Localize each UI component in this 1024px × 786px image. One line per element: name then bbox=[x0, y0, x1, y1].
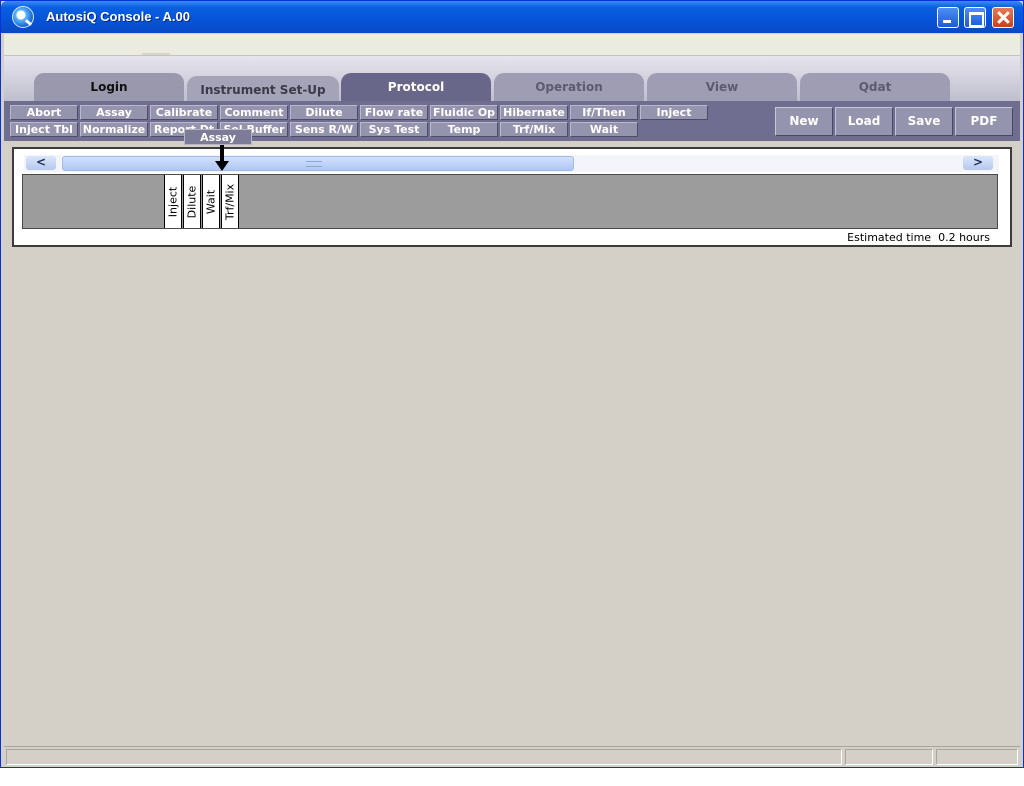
step-label: Dilute bbox=[185, 185, 199, 218]
timeline-scrollbar[interactable]: < > bbox=[24, 155, 999, 172]
abort-button[interactable]: Abort bbox=[10, 105, 78, 120]
normalize-button[interactable]: Normalize bbox=[80, 122, 148, 137]
hibernate-button[interactable]: Hibernate bbox=[500, 105, 568, 120]
tab-qdat[interactable]: Qdat bbox=[800, 73, 950, 101]
minimize-icon[interactable] bbox=[937, 7, 959, 28]
load-button[interactable]: Load bbox=[835, 107, 893, 136]
tab-operation[interactable]: Operation bbox=[494, 73, 644, 101]
assay-button[interactable]: Assay bbox=[80, 105, 148, 120]
app-window: AutosiQ Console - A.00 Login Instrument … bbox=[0, 0, 1024, 768]
close-icon[interactable] bbox=[992, 7, 1014, 28]
dilute-button[interactable]: Dilute bbox=[290, 105, 358, 120]
protocol-timeline-panel: < > Inject Dilute Wait Trf/Mix Estimated… bbox=[12, 147, 1012, 247]
tab-protocol[interactable]: Protocol bbox=[341, 73, 491, 101]
step-dilute[interactable]: Dilute bbox=[183, 175, 201, 228]
scroll-thumb[interactable] bbox=[62, 156, 574, 171]
estimated-time-value: 0.2 hours bbox=[938, 231, 990, 244]
inject-button[interactable]: Inject bbox=[640, 105, 708, 120]
temp-button[interactable]: Temp bbox=[430, 122, 498, 137]
dragged-assay-chip[interactable]: Assay bbox=[184, 129, 252, 145]
if-then-button[interactable]: If/Then bbox=[570, 105, 638, 120]
tab-strip: Login Instrument Set-Up Protocol Operati… bbox=[4, 56, 1020, 104]
scroll-grip-icon bbox=[306, 161, 322, 167]
step-label: Inject bbox=[166, 186, 180, 217]
status-cell-main bbox=[6, 749, 842, 765]
inject-tbl-button[interactable]: Inject Tbl bbox=[10, 122, 78, 137]
flow-rate-button[interactable]: Flow rate bbox=[360, 105, 428, 120]
step-label: Trf/Mix bbox=[223, 183, 237, 220]
step-trf-mix[interactable]: Trf/Mix bbox=[221, 175, 239, 228]
scroll-right-button[interactable]: > bbox=[963, 156, 993, 170]
tab-view[interactable]: View bbox=[647, 73, 797, 101]
new-button[interactable]: New bbox=[775, 107, 833, 136]
fluidic-op-button[interactable]: Fluidic Op bbox=[430, 105, 498, 120]
sens-rw-button[interactable]: Sens R/W bbox=[290, 122, 358, 137]
save-button[interactable]: Save bbox=[895, 107, 953, 136]
insert-arrow-icon bbox=[215, 145, 229, 171]
sys-test-button[interactable]: Sys Test bbox=[360, 122, 428, 137]
estimated-time-label: Estimated time bbox=[847, 231, 932, 244]
status-bar bbox=[4, 746, 1020, 766]
wait-button[interactable]: Wait bbox=[570, 122, 638, 137]
tab-instrument-setup[interactable]: Instrument Set-Up bbox=[187, 76, 339, 104]
protocol-step-track[interactable]: Inject Dilute Wait Trf/Mix bbox=[22, 174, 998, 229]
step-inject[interactable]: Inject bbox=[164, 175, 182, 228]
pdf-button[interactable]: PDF bbox=[955, 107, 1013, 136]
menu-grip bbox=[142, 53, 170, 55]
calibrate-button[interactable]: Calibrate bbox=[150, 105, 218, 120]
status-cell-3 bbox=[936, 749, 1018, 765]
estimated-time: Estimated time 0.2 hours bbox=[847, 231, 990, 244]
step-wait[interactable]: Wait bbox=[202, 175, 220, 228]
menu-bar bbox=[4, 34, 1020, 56]
step-label: Wait bbox=[204, 189, 218, 214]
status-cell-2 bbox=[845, 749, 933, 765]
window-title: AutosiQ Console - A.00 bbox=[46, 9, 190, 24]
tab-login[interactable]: Login bbox=[34, 73, 184, 101]
scroll-left-button[interactable]: < bbox=[26, 156, 56, 170]
protocol-toolbar: Abort Assay Calibrate Comment Dilute Flo… bbox=[4, 101, 1020, 141]
app-logo-icon bbox=[12, 6, 34, 28]
maximize-icon[interactable] bbox=[964, 7, 986, 28]
title-bar[interactable]: AutosiQ Console - A.00 bbox=[1, 1, 1023, 33]
trf-mix-button[interactable]: Trf/Mix bbox=[500, 122, 568, 137]
comment-button[interactable]: Comment bbox=[220, 105, 288, 120]
